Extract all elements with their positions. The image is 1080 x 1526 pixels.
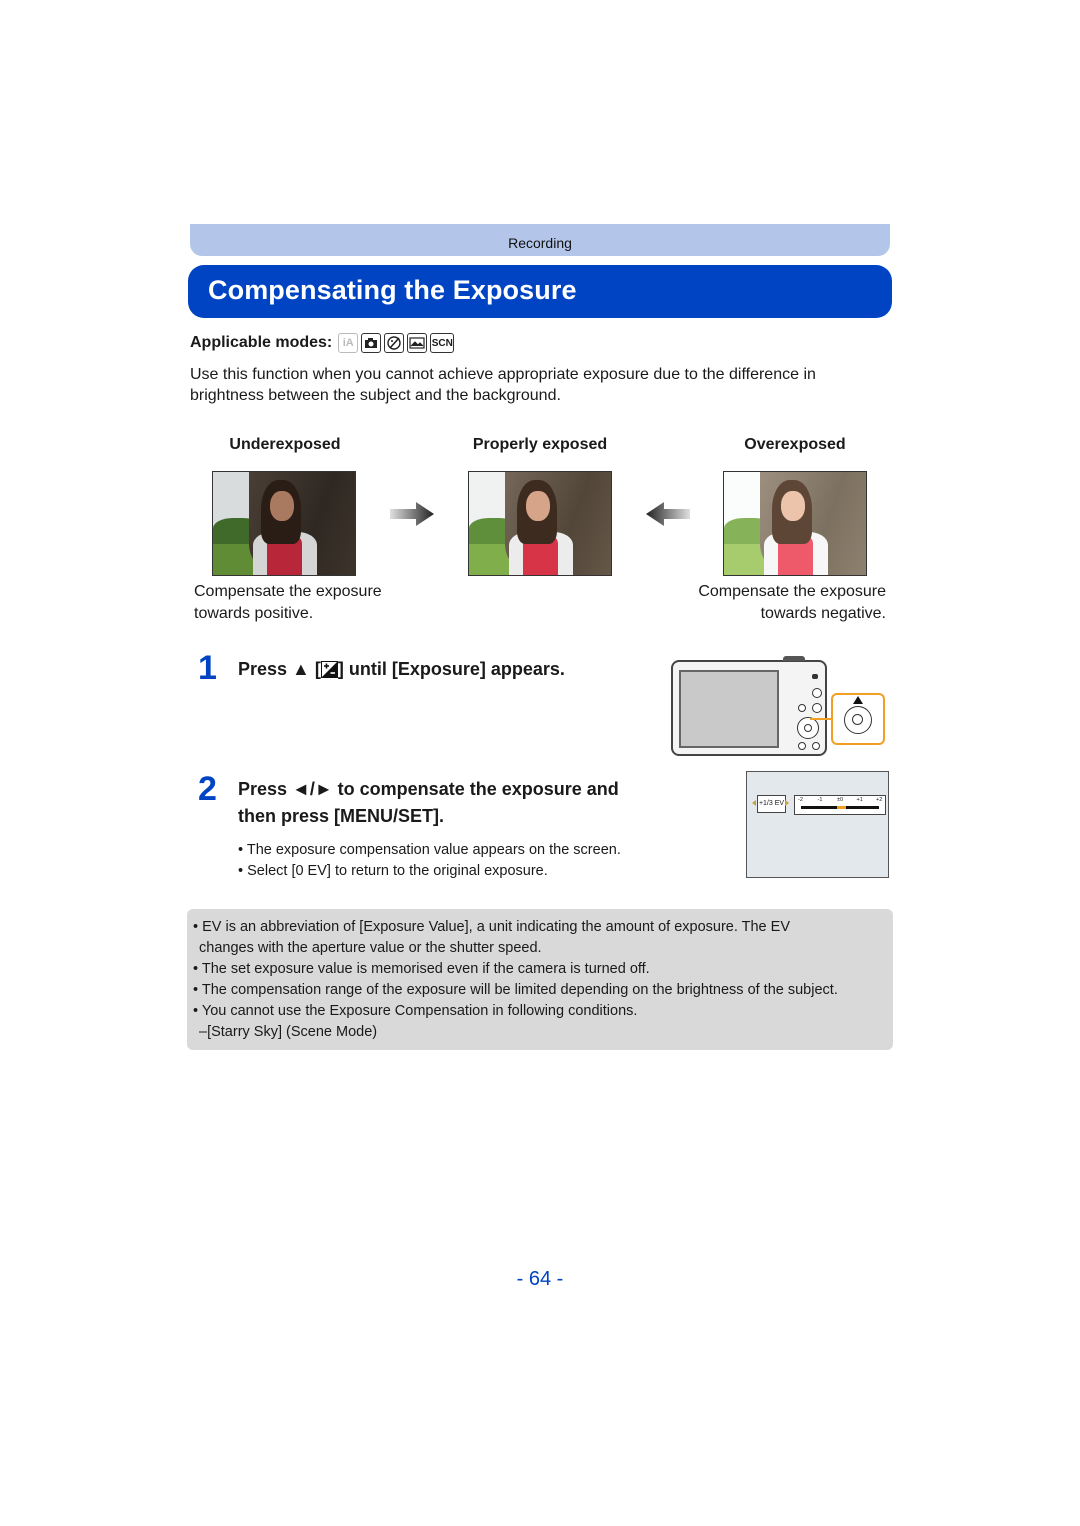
normal-picture-mode-icon — [361, 333, 382, 353]
caption-positive-line2: towards positive. — [194, 605, 314, 622]
step-2-bullet-text: Select [0 EV] to return to the original … — [247, 863, 548, 879]
note-text: [Starry Sky] (Scene Mode) — [207, 1024, 378, 1040]
ev-scale-label: ±0 — [837, 797, 844, 803]
cursor-button-callout — [831, 693, 885, 745]
step-2-bullet: • Select [0 EV] to return to the origina… — [238, 863, 548, 879]
page-number: - 64 - — [516, 1268, 564, 1290]
ev-scale: -2 -1 ±0 +1 +2 — [794, 795, 886, 815]
note-bullet: • — [193, 919, 199, 935]
caption-negative: Compensate the exposure towards negative… — [650, 581, 886, 625]
note-bullet: • — [193, 1003, 199, 1019]
exposure-compensation-icon — [320, 659, 338, 686]
camera-lcd — [679, 670, 779, 748]
note-line: • The compensation range of the exposure… — [193, 980, 887, 1001]
scene-mode-icon: SCN — [430, 333, 455, 353]
step-2-number: 2 — [198, 770, 217, 808]
camera-button — [812, 742, 820, 750]
step-2-text: Press ◄/► to compensate the exposure and… — [238, 776, 619, 830]
arrow-right-icon — [390, 502, 434, 526]
ev-value-fraction: 1/3 — [763, 800, 773, 807]
step-1-text-post: ] until [Exposure] appears. — [337, 659, 565, 679]
camera-back-illustration — [671, 656, 827, 756]
ev-value-box: +1/3 EV — [757, 795, 786, 813]
ev-scale-label: -1 — [817, 797, 823, 803]
note-text: You cannot use the Exposure Compensation… — [201, 1003, 638, 1019]
ev-scale-label: +1 — [856, 797, 863, 803]
note-bullet: – — [199, 1024, 208, 1040]
note-bullet: • — [193, 961, 199, 977]
applicable-modes-label: Applicable modes: — [190, 334, 333, 351]
step-1-text-pre: Press ▲ [ — [238, 659, 321, 679]
caption-negative-line1: Compensate the exposure — [698, 583, 886, 600]
step-2-line1: Press ◄/► to compensate the exposure and — [238, 779, 619, 799]
step-2-bullet-text: The exposure compensation value appears … — [246, 842, 621, 858]
notes-box: • EV is an abbreviation of [Exposure Val… — [187, 909, 893, 1050]
photo-properly-exposed — [468, 471, 612, 576]
ev-scale-label: +2 — [876, 797, 883, 803]
note-text: changes with the aperture value or the s… — [199, 940, 542, 956]
cursor-dial — [844, 706, 872, 734]
page-title: Compensating the Exposure — [208, 275, 577, 305]
intro-paragraph: Use this function when you cannot achiev… — [190, 366, 816, 404]
camera-play-icon — [812, 674, 818, 679]
note-bullet: • — [193, 982, 199, 998]
note-line: • The set exposure value is memorised ev… — [193, 959, 887, 980]
intelligent-auto-mode-icon: iA — [338, 333, 359, 353]
panorama-mode-icon — [407, 333, 428, 353]
note-line: • You cannot use the Exposure Compensati… — [193, 1001, 887, 1022]
step-1-number: 1 — [198, 649, 217, 687]
photo-overexposed — [723, 471, 867, 576]
ev-left-arrow-icon — [752, 800, 756, 806]
note-text: The set exposure value is memorised even… — [201, 961, 650, 977]
ev-scale-labels: -2 -1 ±0 +1 +2 — [798, 797, 883, 804]
note-line: • EV is an abbreviation of [Exposure Val… — [193, 917, 887, 938]
note-text: The compensation range of the exposure w… — [201, 982, 838, 998]
camera-button — [798, 704, 806, 712]
step-2-bullets: • The exposure compensation value appear… — [238, 840, 621, 882]
applicable-modes: Applicable modes: iA SCN — [190, 331, 457, 355]
callout-line — [810, 718, 832, 720]
camera-shutter-button — [783, 656, 805, 661]
caption-positive-line1: Compensate the exposure — [194, 583, 382, 600]
ev-right-arrow-icon — [785, 800, 789, 806]
note-line: –[Starry Sky] (Scene Mode) — [193, 1022, 887, 1043]
step-1-text: Press ▲ [ ] until [Exposure] appears. — [238, 656, 565, 686]
heading-properly-exposed: Properly exposed — [472, 436, 608, 453]
camera-button — [812, 703, 822, 713]
ev-scale-marker — [837, 806, 847, 809]
caption-negative-line2: towards negative. — [760, 605, 886, 622]
camera-button — [812, 688, 822, 698]
heading-overexposed: Overexposed — [744, 436, 846, 453]
caption-positive: Compensate the exposure towards positive… — [194, 581, 382, 625]
camera-cursor-dial — [797, 717, 819, 739]
up-arrow-icon — [853, 696, 863, 704]
section-header: Recording — [190, 224, 890, 256]
note-text: EV is an abbreviation of [Exposure Value… — [202, 919, 790, 935]
creative-control-mode-icon — [384, 333, 405, 353]
ev-scale-label: -2 — [798, 797, 803, 803]
note-line: changes with the aperture value or the s… — [193, 938, 887, 959]
page-title-bar: Compensating the Exposure — [188, 265, 892, 318]
section-label: Recording — [508, 235, 572, 251]
photo-underexposed — [212, 471, 356, 576]
ev-screen-display: +1/3 EV -2 -1 ±0 +1 +2 — [746, 771, 889, 878]
step-2-bullet: • The exposure compensation value appear… — [238, 842, 621, 858]
ev-value-unit: EV — [774, 800, 785, 807]
arrow-left-icon — [646, 502, 690, 526]
step-2-line2: then press [MENU/SET]. — [238, 806, 445, 826]
heading-underexposed: Underexposed — [229, 436, 341, 453]
camera-button — [798, 742, 806, 750]
